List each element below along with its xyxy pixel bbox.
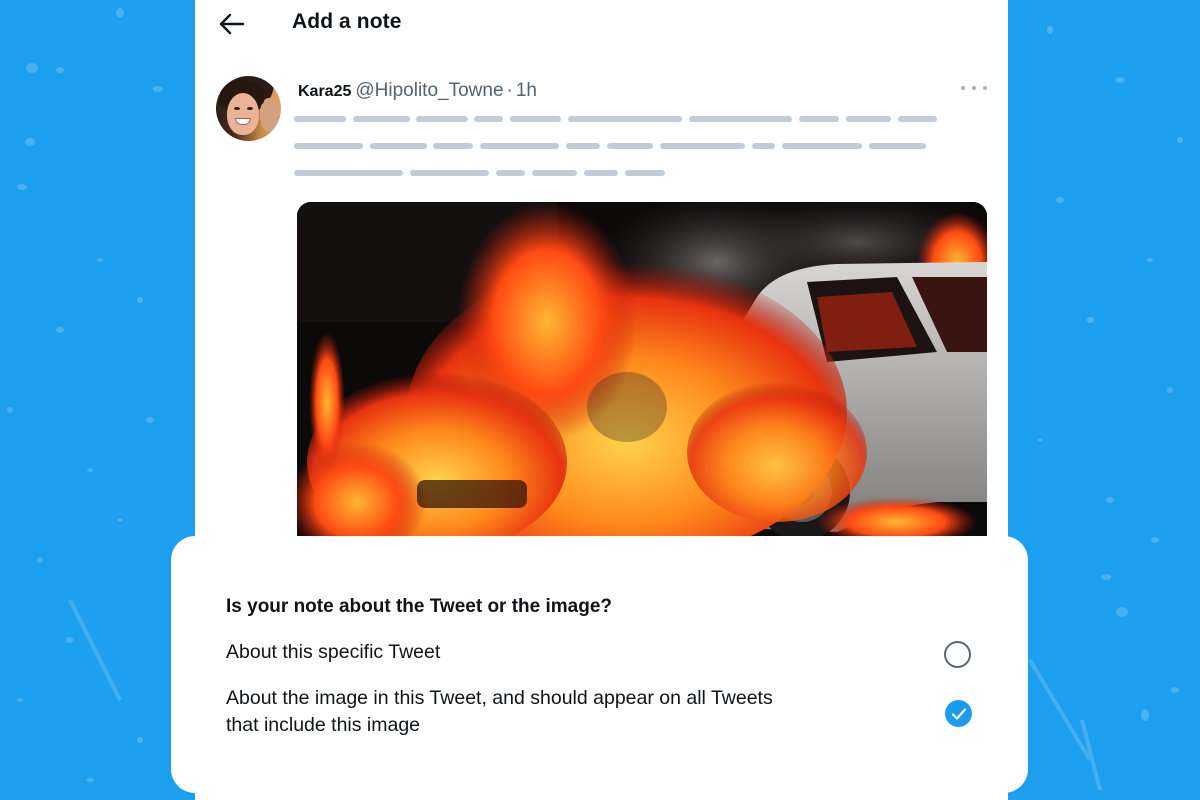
display-name[interactable]: Kara25 <box>298 83 351 101</box>
skeleton-text-line <box>353 116 410 122</box>
more-horizontal-icon <box>961 86 965 90</box>
option-about-tweet[interactable]: About this specific Tweet <box>226 639 986 668</box>
skeleton-text-line <box>568 116 682 122</box>
separator-dot: · <box>506 80 513 101</box>
skeleton-text-line <box>625 170 665 176</box>
skeleton-text-line <box>782 143 862 149</box>
more-button[interactable] <box>961 81 987 95</box>
skeleton-text-line <box>294 143 363 149</box>
user-handle[interactable]: @Hipolito_Towne <box>355 80 503 102</box>
skeleton-text-line <box>496 170 525 176</box>
radio-unchecked-icon[interactable] <box>944 641 971 668</box>
timestamp[interactable]: 1h <box>516 80 537 102</box>
back-button[interactable] <box>217 9 247 39</box>
skeleton-text-line <box>370 143 427 149</box>
skeleton-text-line <box>294 116 346 122</box>
option-label: About the image in this Tweet, and shoul… <box>226 687 773 736</box>
note-type-sheet: Is your note about the Tweet or the imag… <box>171 536 1028 793</box>
avatar[interactable] <box>216 76 281 141</box>
option-label: About this specific Tweet <box>226 641 441 663</box>
note-type-question: Is your note about the Tweet or the imag… <box>226 596 613 617</box>
skeleton-text-line <box>898 116 937 122</box>
skeleton-text-line <box>532 170 577 176</box>
tweet-image[interactable] <box>297 202 987 542</box>
option-about-image[interactable]: About the image in this Tweet, and shoul… <box>226 685 986 739</box>
skeleton-text-line <box>869 143 926 149</box>
page-title: Add a note <box>292 10 402 33</box>
arrow-left-icon <box>219 13 245 35</box>
skeleton-text-line <box>566 143 600 149</box>
skeleton-text-line <box>584 170 618 176</box>
radio-checked[interactable] <box>945 700 972 727</box>
burning-car-image <box>297 202 987 542</box>
skeleton-text-line <box>689 116 792 122</box>
skeleton-text-line <box>752 143 775 149</box>
skeleton-text-line <box>660 143 745 149</box>
top-bar: Add a note <box>195 0 1008 50</box>
skeleton-text-line <box>799 116 839 122</box>
skeleton-text-line <box>416 116 468 122</box>
skeleton-text-line <box>433 143 473 149</box>
skeleton-text-line <box>607 143 653 149</box>
skeleton-text-line <box>410 170 489 176</box>
tweet-header: Kara25 @Hipolito_Towne · 1h <box>298 80 537 102</box>
skeleton-text-line <box>474 116 503 122</box>
skeleton-text-line <box>480 143 559 149</box>
skeleton-text-line <box>846 116 891 122</box>
checkmark-icon <box>951 707 966 720</box>
skeleton-text-line <box>294 170 403 176</box>
skeleton-text-line <box>510 116 561 122</box>
